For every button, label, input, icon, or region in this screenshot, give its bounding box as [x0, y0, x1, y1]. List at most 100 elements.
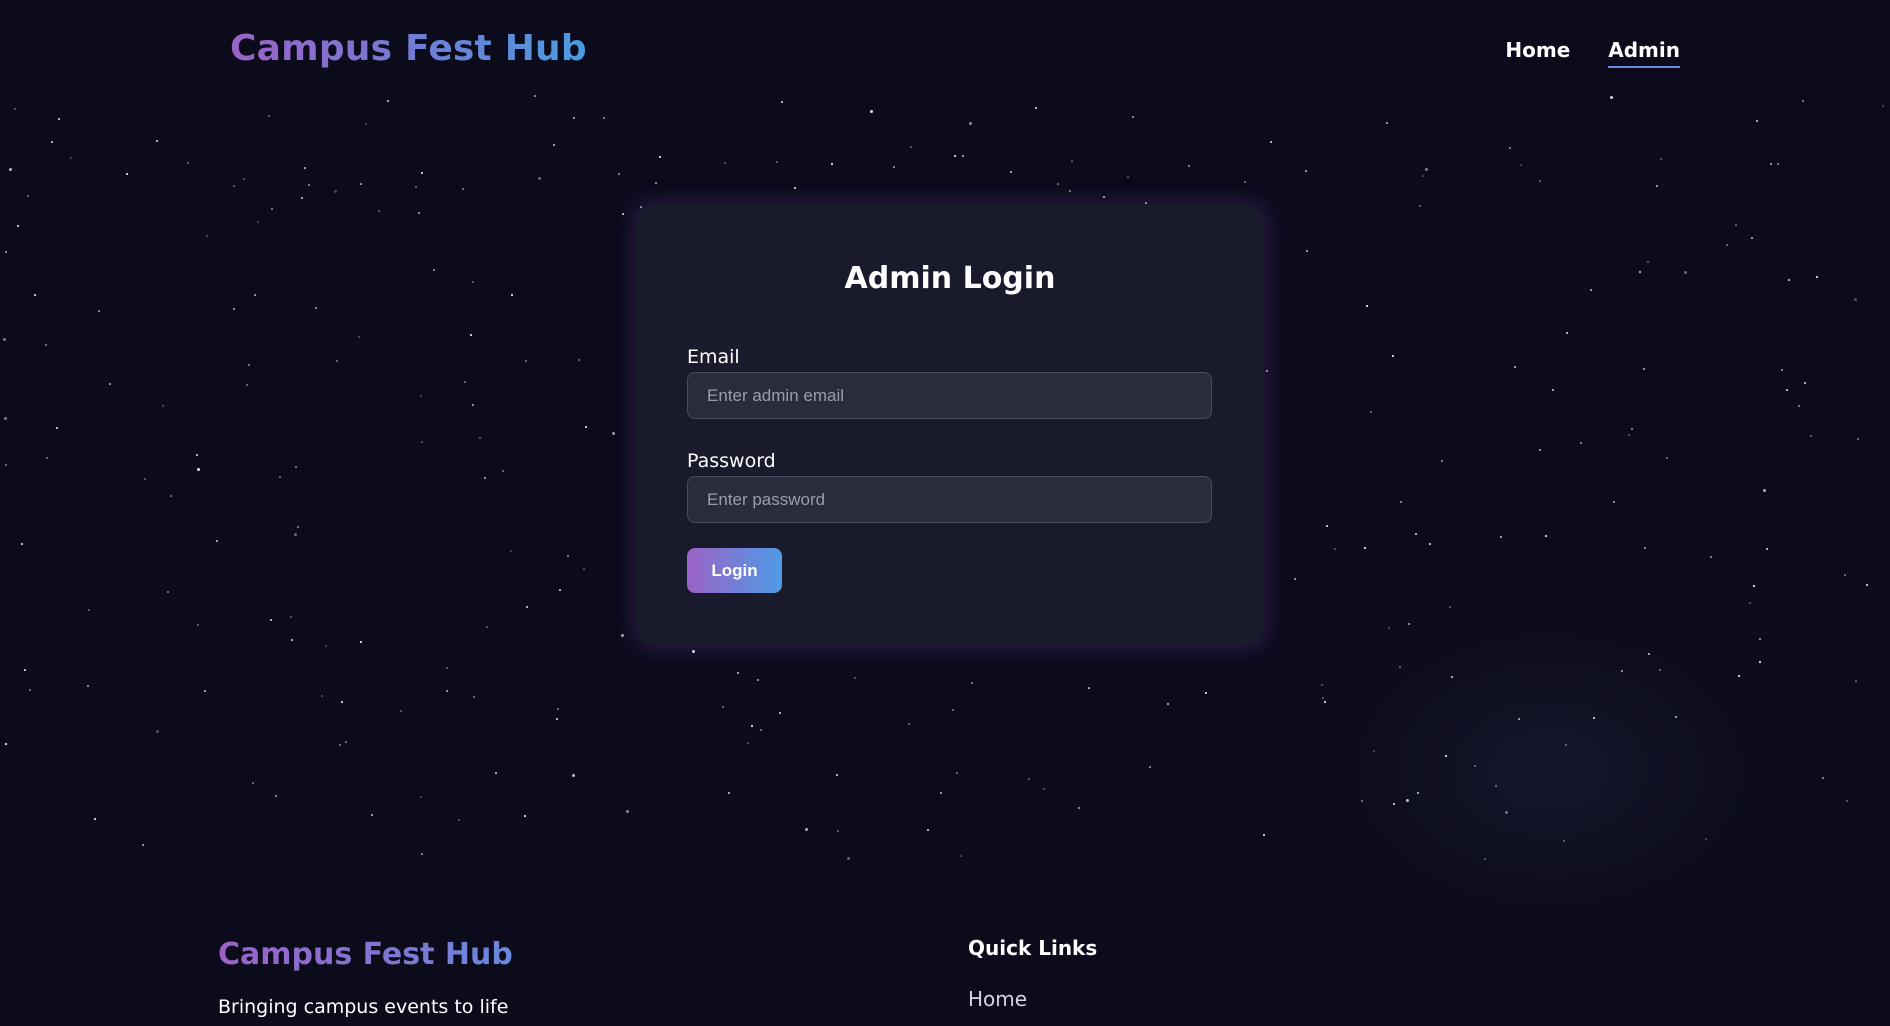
star-dot	[109, 383, 111, 385]
star-dot	[1145, 202, 1147, 204]
star-dot	[910, 146, 912, 148]
star-dot	[304, 167, 306, 169]
star-dot	[1705, 838, 1707, 840]
star-dot	[956, 772, 958, 774]
star-dot	[1386, 122, 1388, 124]
star-dot	[908, 723, 910, 725]
star-dot	[1753, 585, 1755, 587]
star-dot	[254, 294, 256, 296]
star-dot	[1484, 858, 1486, 860]
star-dot	[1854, 298, 1857, 301]
star-dot	[1366, 305, 1368, 307]
star-dot	[585, 426, 587, 428]
footer-tagline: Bringing campus events to life	[218, 996, 509, 1018]
site-logo[interactable]: Campus Fest Hub	[230, 28, 587, 69]
star-dot	[1205, 692, 1207, 694]
star-dot	[345, 741, 347, 743]
star-dot	[1324, 701, 1326, 703]
star-dot	[969, 122, 972, 125]
nav-admin-link[interactable]: Admin	[1608, 38, 1680, 68]
star-dot	[1422, 175, 1424, 177]
star-dot	[502, 470, 504, 472]
star-dot	[626, 810, 629, 813]
star-dot	[58, 118, 60, 120]
footer-link-home[interactable]: Home	[968, 987, 1027, 1011]
star-dot	[622, 213, 624, 215]
star-dot	[1857, 438, 1859, 440]
star-dot	[1804, 382, 1806, 384]
star-dot	[1644, 547, 1646, 549]
login-card: Admin Login Email Password Login	[637, 205, 1263, 645]
star-dot	[776, 161, 778, 163]
star-dot	[1306, 250, 1308, 252]
star-dot	[1071, 160, 1073, 162]
site-header: Campus Fest Hub Home Admin	[0, 0, 1890, 104]
star-dot	[578, 359, 580, 361]
star-dot	[1710, 556, 1712, 558]
star-dot	[1788, 279, 1790, 281]
star-dot	[1763, 489, 1766, 492]
star-dot	[1756, 120, 1758, 122]
star-dot	[655, 182, 657, 184]
star-dot	[1684, 271, 1687, 274]
star-dot	[1621, 670, 1623, 672]
star-dot	[927, 829, 929, 831]
star-dot	[1270, 141, 1272, 143]
star-dot	[760, 729, 762, 731]
star-dot	[1545, 535, 1547, 537]
star-dot	[1399, 666, 1401, 668]
star-dot	[1408, 623, 1410, 625]
footer-brand: Campus Fest Hub	[218, 937, 513, 972]
nav-home-link[interactable]: Home	[1505, 38, 1570, 68]
star-dot	[524, 815, 526, 817]
star-dot	[1613, 501, 1615, 503]
login-button[interactable]: Login	[687, 548, 782, 593]
star-dot	[1639, 271, 1641, 273]
star-dot	[1263, 834, 1265, 836]
star-dot	[1866, 584, 1868, 586]
email-field[interactable]	[687, 372, 1212, 419]
password-field[interactable]	[687, 476, 1212, 523]
star-dot	[1631, 428, 1633, 430]
star-dot	[271, 208, 273, 210]
star-dot	[1751, 237, 1753, 239]
star-dot	[612, 432, 615, 435]
star-dot	[315, 307, 317, 309]
star-dot	[837, 830, 839, 832]
star-dot	[187, 162, 189, 164]
star-dot	[1429, 543, 1431, 545]
star-dot	[1816, 276, 1818, 278]
star-dot	[270, 619, 272, 621]
star-dot	[1419, 205, 1421, 207]
star-dot	[484, 477, 486, 479]
star-dot	[1565, 744, 1567, 746]
star-dot	[51, 141, 53, 143]
star-dot	[433, 269, 435, 271]
star-dot	[747, 742, 749, 744]
star-dot	[1057, 183, 1059, 185]
star-dot	[1449, 606, 1451, 608]
star-dot	[1326, 525, 1328, 527]
star-dot	[1798, 405, 1800, 407]
star-dot	[724, 162, 726, 164]
star-dot	[472, 404, 474, 406]
main-nav: Home Admin	[1505, 38, 1680, 68]
star-dot	[1552, 389, 1554, 391]
star-dot	[779, 712, 781, 714]
star-dot	[5, 743, 7, 745]
star-dot	[1539, 449, 1541, 451]
star-dot	[470, 334, 472, 336]
star-dot	[206, 235, 208, 237]
star-dot	[70, 157, 72, 159]
star-dot	[321, 695, 323, 697]
star-dot	[87, 685, 89, 687]
star-dot	[341, 701, 343, 703]
star-dot	[1735, 224, 1737, 226]
star-dot	[1364, 547, 1366, 549]
star-dot	[971, 682, 973, 684]
star-dot	[847, 857, 850, 860]
star-dot	[336, 360, 338, 362]
star-dot	[1566, 332, 1568, 334]
star-dot	[893, 166, 895, 168]
star-dot	[553, 144, 555, 146]
